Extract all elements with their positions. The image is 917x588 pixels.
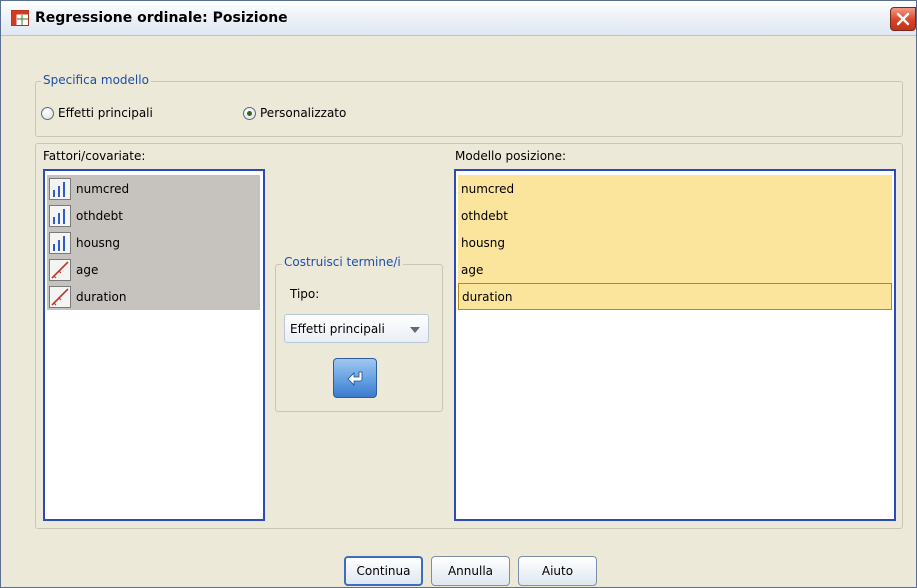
variable-name: othdebt xyxy=(76,208,123,223)
factors-label: Fattori/covariate: xyxy=(43,149,146,163)
help-label: Aiuto xyxy=(541,564,574,578)
ordinal-variable-icon xyxy=(49,177,71,200)
model-spec-legend: Specifica modello xyxy=(41,73,151,87)
radio-custom[interactable]: Personalizzato xyxy=(243,106,346,120)
move-to-model-button[interactable] xyxy=(333,358,377,398)
window-title: Regressione ordinale: Posizione xyxy=(35,10,288,26)
list-item[interactable]: numcred xyxy=(458,175,892,202)
cancel-label: Annulla xyxy=(447,564,494,578)
model-term: numcred xyxy=(461,181,515,196)
model-term: duration xyxy=(462,289,513,304)
close-button[interactable] xyxy=(890,7,916,31)
scale-variable-icon xyxy=(49,258,71,281)
continue-button[interactable]: Continua xyxy=(344,556,423,586)
term-type-value: Effetti principali xyxy=(290,321,385,336)
radio-main-effects[interactable]: Effetti principali xyxy=(41,106,153,120)
close-icon xyxy=(896,12,910,26)
scale-variable-icon xyxy=(49,285,71,308)
chevron-down-icon xyxy=(410,327,420,333)
model-spec-group xyxy=(35,81,903,137)
model-term: othdebt xyxy=(461,208,508,223)
radio-main-effects-indicator[interactable] xyxy=(41,106,54,120)
term-type-select[interactable]: Effetti principali xyxy=(284,314,429,343)
list-item[interactable]: housng xyxy=(458,229,892,256)
variable-name: numcred xyxy=(76,181,130,196)
list-item[interactable]: othdebt xyxy=(47,202,260,229)
data-editor-icon xyxy=(11,10,29,26)
help-button[interactable]: Aiuto xyxy=(518,556,597,586)
radio-main-effects-label: Effetti principali xyxy=(58,106,153,120)
list-item[interactable]: duration xyxy=(458,283,892,310)
arrow-move-icon xyxy=(347,371,363,386)
radio-custom-label: Personalizzato xyxy=(260,106,347,120)
list-item[interactable]: duration xyxy=(47,283,260,310)
build-terms-legend: Costruisci termine/i xyxy=(282,255,403,269)
dialog-window: Regressione ordinale: Posizione Specific… xyxy=(0,0,917,588)
variable-name: duration xyxy=(76,289,127,304)
continue-label: Continua xyxy=(356,564,411,578)
ordinal-variable-icon xyxy=(49,231,71,254)
model-term: housng xyxy=(461,235,506,250)
cancel-button[interactable]: Annulla xyxy=(431,556,510,586)
type-label: Tipo: xyxy=(290,287,320,301)
list-item[interactable]: age xyxy=(458,256,892,283)
radio-custom-indicator[interactable] xyxy=(243,106,256,120)
list-item[interactable]: numcred xyxy=(47,175,260,202)
list-item[interactable]: housng xyxy=(47,229,260,256)
model-term: age xyxy=(461,262,484,277)
model-listbox[interactable]: numcred othdebt housng age duration xyxy=(454,169,896,521)
title-bar: Regressione ordinale: Posizione xyxy=(1,1,916,36)
factors-listbox[interactable]: numcred othdebt housng age duration xyxy=(43,169,265,521)
ordinal-variable-icon xyxy=(49,204,71,227)
variable-name: age xyxy=(76,262,99,277)
list-item[interactable]: age xyxy=(47,256,260,283)
model-label: Modello posizione: xyxy=(455,149,567,163)
variable-name: housng xyxy=(76,235,121,250)
list-item[interactable]: othdebt xyxy=(458,202,892,229)
